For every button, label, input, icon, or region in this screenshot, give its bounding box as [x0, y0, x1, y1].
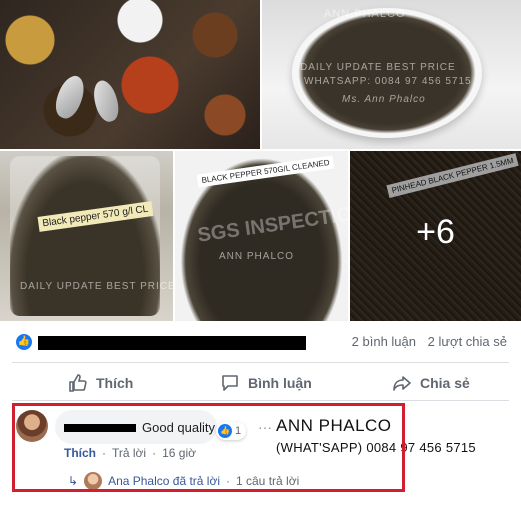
like-reaction-icon[interactable]: 👍 [16, 334, 32, 350]
divider [12, 362, 509, 363]
spoon-shape [51, 72, 89, 122]
photo-pepper-inspection[interactable]: BLACK PEPPER 570G/L CLEANED SGS INSPECTI… [175, 151, 348, 321]
highlight-box [12, 403, 405, 492]
like-button[interactable]: Thích [68, 368, 133, 398]
jar-shape [10, 156, 160, 316]
reactions-stats-row: 👍 2 bình luận 2 lượt chia sẻ [0, 326, 521, 360]
comment-button-label: Bình luận [248, 375, 312, 391]
photo-pinhead-pepper[interactable]: PINHEAD BLACK PEPPER 1.5MM +6 [350, 151, 521, 321]
photo-watermark: DAILY UPDATE BEST PRICE [300, 62, 456, 73]
photo-watermark: DAILY UPDATE BEST PRICE [20, 281, 173, 292]
facebook-post: ANN PHALCO DAILY UPDATE BEST PRICE WHATS… [0, 0, 521, 510]
share-button-label: Chia sẻ [420, 375, 470, 391]
spoon-shape [89, 77, 123, 125]
speech-bubble-icon [222, 375, 238, 391]
photo-spices[interactable] [0, 0, 260, 149]
share-count-link[interactable]: 2 lượt chia sẻ [428, 334, 507, 349]
photo-inspection-watermark: SGS INSPECTION [196, 201, 348, 247]
more-photos-count[interactable]: +6 [350, 213, 521, 252]
share-button[interactable]: Chia sẻ [392, 368, 470, 398]
photo-pepper-bowl[interactable]: ANN PHALCO DAILY UPDATE BEST PRICE WHATS… [262, 0, 521, 149]
photo-label-card: BLACK PEPPER 570G/L CLEANED [196, 155, 335, 188]
bowl-shape [292, 8, 482, 138]
photo-brand-watermark: ANN PHALCO [219, 251, 295, 262]
engagement-counts: 2 bình luận 2 lượt chia sẻ [352, 334, 507, 349]
share-arrow-icon [393, 376, 411, 391]
comment-button[interactable]: Bình luận [220, 368, 312, 398]
photo-pepper-jar[interactable]: Black pepper 570 g/l CL DAILY UPDATE BES… [0, 151, 173, 321]
comment-count-link[interactable]: 2 bình luận [352, 334, 416, 349]
thumbs-up-icon [69, 374, 87, 392]
redacted-names-bar [38, 336, 306, 350]
like-button-label: Thích [96, 375, 134, 391]
photo-signature-watermark: Ms. Ann Phalco [342, 94, 426, 105]
photo-brand-watermark: ANN PHALCO [324, 8, 406, 20]
photo-whatsapp-watermark: WHATSAPP: 0084 97 456 5715 [304, 76, 472, 87]
divider [12, 400, 509, 401]
